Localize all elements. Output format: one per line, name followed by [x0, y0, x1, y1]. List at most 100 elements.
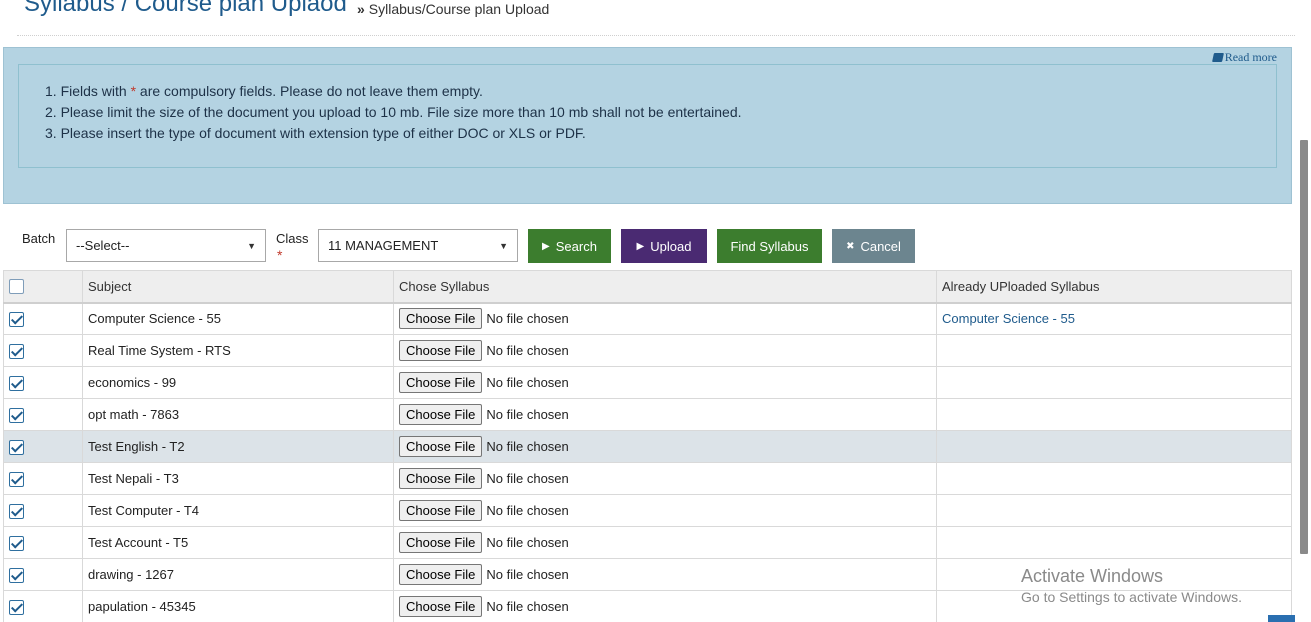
- table-header-row: Subject Chose Syllabus Already UPloaded …: [3, 270, 1292, 304]
- watermark-title: Activate Windows: [1021, 566, 1164, 586]
- class-select[interactable]: 11 MANAGEMENT ▼: [318, 229, 518, 262]
- find-syllabus-button[interactable]: Find Syllabus: [717, 229, 822, 263]
- row-checkbox[interactable]: [9, 407, 24, 423]
- batch-select-value: --Select--: [76, 238, 130, 253]
- info-item: 3. Please insert the type of document wi…: [45, 125, 586, 141]
- close-icon: ✖: [846, 240, 855, 252]
- info-item-text: are compulsory fields. Please do not lea…: [136, 83, 483, 99]
- choose-file-button[interactable]: Choose File: [399, 500, 483, 521]
- play-icon: ▶: [636, 240, 645, 252]
- uploaded-cell: [936, 398, 1292, 431]
- row-checkbox[interactable]: [9, 567, 24, 583]
- row-checkbox-cell: [3, 430, 83, 463]
- row-checkbox[interactable]: [9, 343, 24, 359]
- class-label: Class: [276, 231, 309, 246]
- cancel-button[interactable]: ✖ Cancel: [832, 229, 915, 263]
- chevron-down-icon: ▼: [247, 241, 256, 251]
- choose-file-button[interactable]: Choose File: [399, 564, 483, 585]
- file-status: No file chosen: [486, 471, 569, 486]
- file-status: No file chosen: [486, 407, 569, 422]
- subject-cell: economics - 99: [82, 366, 394, 399]
- find-syllabus-label: Find Syllabus: [730, 238, 809, 254]
- table-row: economics - 99 Choose File No file chosen: [3, 366, 1292, 399]
- chevron-down-icon: ▼: [499, 241, 508, 251]
- filter-row: Batch --Select-- ▼ Class * 11 MANAGEMENT…: [0, 228, 1311, 264]
- choose-file-button[interactable]: Choose File: [399, 404, 483, 425]
- uploaded-cell: [936, 334, 1292, 367]
- read-more-label: Read more: [1224, 50, 1277, 64]
- choose-file-button[interactable]: Choose File: [399, 596, 483, 617]
- row-checkbox[interactable]: [9, 311, 24, 327]
- info-item: 1. Fields with * are compulsory fields. …: [45, 81, 1276, 102]
- column-header-chose-syllabus: Chose Syllabus: [393, 270, 937, 304]
- row-checkbox[interactable]: [9, 535, 24, 551]
- upload-button[interactable]: ▶ Upload: [621, 229, 707, 263]
- info-item: 2. Please limit the size of the document…: [45, 104, 742, 120]
- row-checkbox-cell: [3, 494, 83, 527]
- info-panel: Read more 1. Fields with * are compulsor…: [3, 47, 1292, 204]
- row-checkbox-cell: [3, 526, 83, 559]
- vertical-scrollbar[interactable]: [1298, 0, 1311, 622]
- cancel-button-label: Cancel: [860, 238, 901, 254]
- choose-file-button[interactable]: Choose File: [399, 436, 483, 457]
- file-cell: Choose File No file chosen: [393, 494, 937, 527]
- watermark-subtitle: Go to Settings to activate Windows.: [1021, 589, 1242, 605]
- column-header-subject: Subject: [82, 270, 394, 304]
- subject-cell: opt math - 7863: [82, 398, 394, 431]
- file-cell: Choose File No file chosen: [393, 526, 937, 559]
- uploaded-syllabus-link[interactable]: Computer Science - 55: [942, 311, 1075, 326]
- breadcrumb-separator: »: [357, 1, 365, 17]
- file-status: No file chosen: [486, 503, 569, 518]
- row-checkbox[interactable]: [9, 503, 24, 519]
- row-checkbox[interactable]: [9, 599, 24, 615]
- file-cell: Choose File No file chosen: [393, 590, 937, 622]
- file-cell: Choose File No file chosen: [393, 462, 937, 495]
- play-icon: ▶: [542, 240, 550, 252]
- file-cell: Choose File No file chosen: [393, 334, 937, 367]
- select-all-cell: [3, 270, 83, 304]
- choose-file-button[interactable]: Choose File: [399, 308, 483, 330]
- file-cell: Choose File No file chosen: [393, 366, 937, 399]
- breadcrumb: » Syllabus/Course plan Upload: [357, 1, 549, 17]
- choose-file-button[interactable]: Choose File: [399, 340, 483, 361]
- file-cell: Choose File No file chosen: [393, 558, 937, 591]
- info-list: 1. Fields with * are compulsory fields. …: [18, 64, 1277, 168]
- scroll-to-top-button[interactable]: [1268, 615, 1295, 622]
- file-status: No file chosen: [486, 311, 569, 327]
- uploaded-cell: Computer Science - 55: [936, 302, 1292, 335]
- read-more-link[interactable]: Read more: [1211, 50, 1277, 65]
- uploaded-cell: [936, 430, 1292, 463]
- subject-cell: papulation - 45345: [82, 590, 394, 622]
- batch-label: Batch: [22, 231, 56, 246]
- uploaded-cell: [936, 526, 1292, 559]
- row-checkbox[interactable]: [9, 471, 24, 487]
- page-header: Syllabus / Course plan Uplaod » Syllabus/…: [17, 0, 1295, 36]
- row-checkbox-cell: [3, 558, 83, 591]
- file-status: No file chosen: [486, 599, 569, 614]
- batch-select[interactable]: --Select-- ▼: [66, 229, 266, 262]
- row-checkbox-cell: [3, 302, 83, 335]
- file-cell: Choose File No file chosen: [393, 398, 937, 431]
- activate-windows-watermark: Activate Windows Go to Settings to activ…: [1021, 566, 1242, 605]
- subject-cell: Test Computer - T4: [82, 494, 394, 527]
- file-status: No file chosen: [486, 375, 569, 390]
- choose-file-button[interactable]: Choose File: [399, 468, 483, 489]
- upload-button-label: Upload: [650, 238, 692, 254]
- file-status: No file chosen: [486, 535, 569, 550]
- uploaded-cell: [936, 366, 1292, 399]
- row-checkbox[interactable]: [9, 375, 24, 391]
- breadcrumb-current: Syllabus/Course plan Upload: [368, 1, 550, 17]
- row-checkbox-cell: [3, 366, 83, 399]
- file-cell: Choose File No file chosen: [393, 430, 937, 463]
- table-row: Real Time System - RTS Choose File No file…: [3, 334, 1292, 367]
- column-header-uploaded: Already UPloaded Syllabus: [936, 270, 1292, 304]
- choose-file-button[interactable]: Choose File: [399, 532, 483, 553]
- table-row: Test English - T2 Choose File No file chos…: [3, 430, 1292, 463]
- scrollbar-thumb[interactable]: [1300, 140, 1308, 554]
- choose-file-button[interactable]: Choose File: [399, 372, 483, 393]
- table-row: Test Computer - T4 Choose File No file cho…: [3, 494, 1292, 527]
- select-all-checkbox[interactable]: [9, 279, 24, 295]
- book-icon: [1211, 53, 1224, 62]
- row-checkbox[interactable]: [9, 439, 24, 455]
- search-button[interactable]: ▶ Search: [528, 229, 611, 263]
